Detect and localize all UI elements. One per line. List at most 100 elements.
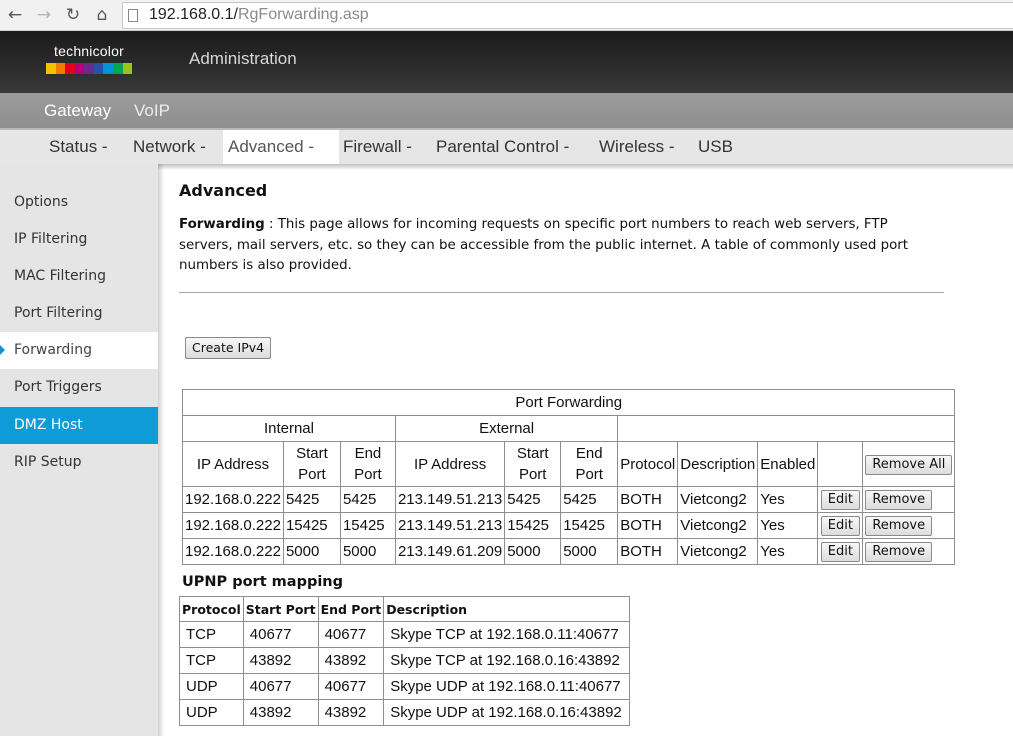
address-bar[interactable]: 192.168.0.1/RgForwarding.asp: [122, 2, 1013, 29]
table-row: 192.168.0.222 5000 5000 213.149.61.209 5…: [182, 538, 956, 565]
back-arrow-icon[interactable]: ←: [4, 5, 26, 25]
col-int-start-l1: Start: [296, 445, 328, 462]
sidebar-item-port-triggers[interactable]: Port Triggers: [0, 369, 158, 406]
sidebar-item-mac-filtering[interactable]: MAC Filtering: [0, 258, 158, 295]
cell-remove: Remove: [862, 486, 956, 513]
col-protocol: Protocol: [179, 596, 244, 622]
table-row: UDP 40677 40677 Skype UDP at 192.168.0.1…: [179, 673, 630, 700]
cell-start: 40677: [242, 621, 319, 648]
cell-description: Vietcong2: [677, 512, 759, 539]
sidebar-item-label: Port Triggers: [14, 379, 102, 395]
edit-button[interactable]: Edit: [820, 489, 860, 510]
remove-button[interactable]: Remove: [865, 515, 933, 536]
cell-ext-start: 5000: [504, 538, 562, 565]
cell-ext-ip: 213.149.51.213: [394, 486, 506, 513]
tab-wireless[interactable]: Wireless -: [594, 130, 680, 164]
divider: [179, 292, 944, 293]
cell-end: 43892: [317, 699, 385, 726]
col-protocol: Protocol: [617, 441, 679, 487]
description-text: This page allows for incoming requests o…: [179, 217, 909, 273]
cell-int-start: 15425: [282, 512, 341, 539]
top-level-nav: Gateway VoIP: [0, 93, 1013, 128]
cell-ext-ip: 213.149.51.213: [394, 512, 506, 539]
col-ext-start: Start Port: [504, 441, 562, 487]
cell-description: Skype UDP at 192.168.0.16:43892: [383, 699, 630, 726]
cell-enabled: Yes: [757, 486, 819, 513]
forward-arrow-icon[interactable]: →: [33, 5, 55, 25]
cell-enabled: Yes: [757, 538, 819, 565]
table-title: Port Forwarding: [181, 389, 956, 416]
sidebar-item-ip-filtering[interactable]: IP Filtering: [0, 221, 158, 258]
tab-status[interactable]: Status -: [44, 130, 113, 164]
col-ext-end-l2: Port: [575, 466, 603, 483]
cell-enabled: Yes: [757, 512, 819, 539]
cell-int-ip: 192.168.0.222: [182, 538, 284, 565]
tab-network[interactable]: Network -: [128, 130, 211, 164]
brand-color-segment: [112, 63, 123, 74]
sidebar-shadow: [158, 164, 164, 736]
remove-button[interactable]: Remove: [865, 489, 933, 510]
sidebar-item-dmz-host[interactable]: DMZ Host: [0, 407, 158, 444]
tab-parental-control[interactable]: Parental Control -: [431, 130, 574, 164]
sidebar-item-forwarding[interactable]: Forwarding: [0, 332, 158, 369]
col-ext-end: End Port: [560, 441, 619, 487]
brand-color-segment: [103, 63, 113, 74]
col-ext-start-l2: Port: [518, 466, 547, 483]
col-int-start-l2: Port: [298, 466, 326, 483]
cell-edit: Edit: [817, 538, 864, 565]
table-row: TCP 43892 43892 Skype TCP at 192.168.0.1…: [179, 647, 630, 674]
cell-protocol: BOTH: [617, 538, 679, 565]
cell-int-end: 5425: [339, 486, 396, 513]
home-icon[interactable]: ⌂: [91, 5, 113, 25]
brand-color-segment: [55, 63, 66, 74]
group-empty: [617, 415, 956, 442]
tab-usb[interactable]: USB: [693, 130, 738, 164]
brand-color-segment: [93, 63, 104, 74]
cell-start: 40677: [242, 673, 319, 700]
url-path: RgForwarding.asp: [237, 6, 369, 23]
url-text: 192.168.0.1/RgForwarding.asp: [149, 6, 369, 24]
sidebar-item-rip-setup[interactable]: RIP Setup: [0, 444, 158, 481]
tab-advanced[interactable]: Advanced -: [223, 130, 339, 164]
cell-remove: Remove: [862, 512, 956, 539]
col-ext-start-l1: Start: [516, 445, 549, 462]
nav-voip[interactable]: VoIP: [134, 101, 170, 121]
tab-firewall[interactable]: Firewall -: [338, 130, 417, 164]
remove-all-button[interactable]: Remove All: [865, 455, 953, 475]
sidebar-item-label: Forwarding: [14, 342, 92, 358]
cell-int-end: 15425: [339, 512, 396, 539]
brand-color-segment: [74, 63, 85, 74]
edit-button[interactable]: Edit: [820, 541, 860, 562]
cell-int-end: 5000: [339, 538, 396, 565]
sidebar-item-port-filtering[interactable]: Port Filtering: [0, 295, 158, 332]
brand-name: technicolor: [54, 43, 124, 59]
browser-toolbar: ← → ↻ ⌂ 192.168.0.1/RgForwarding.asp: [0, 0, 1013, 31]
col-enabled: Enabled: [757, 441, 819, 487]
reload-icon[interactable]: ↻: [62, 5, 84, 25]
cell-protocol: TCP: [179, 621, 244, 648]
cell-int-ip: 192.168.0.222: [182, 486, 284, 513]
create-ipv4-button[interactable]: Create IPv4: [185, 337, 272, 359]
remove-button[interactable]: Remove: [865, 541, 933, 562]
sidebar-item-label: IP Filtering: [14, 231, 88, 247]
edit-button[interactable]: Edit: [820, 515, 860, 536]
brand-color-segment: [46, 63, 56, 74]
cell-ext-start: 15425: [504, 512, 562, 539]
cell-protocol: UDP: [179, 699, 244, 726]
brand-color-segment: [84, 63, 94, 74]
col-int-ip: IP Address: [182, 441, 284, 487]
brand-color-segment: [122, 63, 133, 74]
sidebar-item-options[interactable]: Options: [0, 184, 158, 221]
cell-edit: Edit: [817, 512, 864, 539]
port-forwarding-table: Port Forwarding Internal External IP Add…: [181, 389, 956, 565]
cell-protocol: BOTH: [617, 512, 679, 539]
cell-protocol: TCP: [179, 647, 244, 674]
nav-gateway[interactable]: Gateway: [44, 101, 111, 121]
page-icon: [128, 9, 138, 22]
cell-remove: Remove: [862, 538, 956, 565]
cell-int-start: 5000: [282, 538, 341, 565]
cell-ext-start: 5425: [504, 486, 562, 513]
upnp-title: UPNP port mapping: [182, 574, 344, 590]
page-title: Advanced: [179, 181, 268, 200]
col-ext-ip: IP Address: [394, 441, 506, 487]
